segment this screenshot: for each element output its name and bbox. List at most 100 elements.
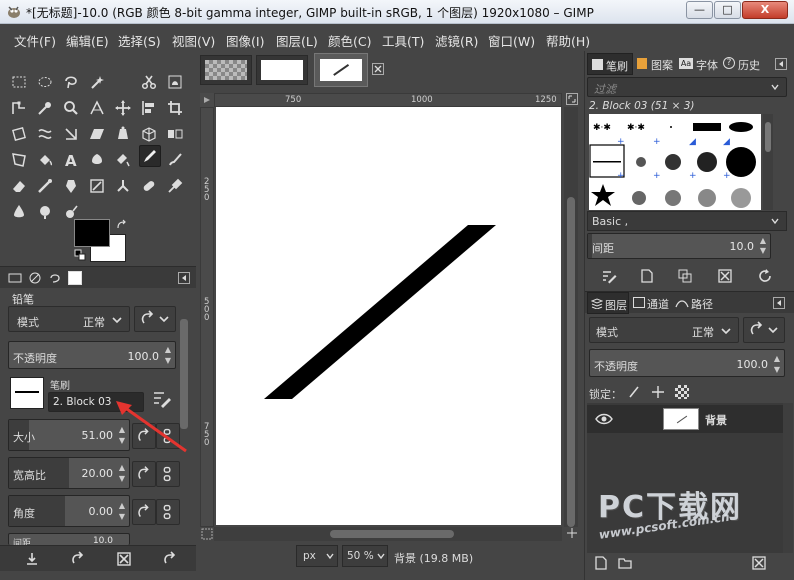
zoom-icon[interactable] bbox=[60, 97, 82, 119]
move-icon[interactable] bbox=[112, 97, 134, 119]
image-tab-3-active[interactable] bbox=[314, 53, 368, 87]
delete-options-icon[interactable] bbox=[116, 551, 132, 567]
menu-filters[interactable]: 滤镜(R) bbox=[435, 31, 478, 50]
quick-mask-icon[interactable] bbox=[200, 527, 214, 541]
brush-filter-field[interactable]: 过滤 bbox=[587, 77, 787, 97]
ellipse-select-icon[interactable] bbox=[34, 71, 56, 93]
tab-history[interactable]: ? 历史 bbox=[723, 53, 767, 75]
paths-icon[interactable] bbox=[8, 97, 30, 119]
opacity-spinner[interactable]: ▲ ▼ bbox=[163, 344, 173, 366]
menu-tools[interactable]: 工具(T) bbox=[382, 31, 424, 50]
navigate-icon[interactable] bbox=[566, 527, 578, 539]
refresh-brushes-icon[interactable] bbox=[757, 268, 773, 284]
new-layer-group-icon[interactable] bbox=[617, 555, 633, 571]
maximize-button[interactable]: □ bbox=[714, 1, 741, 19]
lasso-icon[interactable] bbox=[60, 71, 82, 93]
blur-icon[interactable] bbox=[8, 201, 30, 223]
image-tab-2[interactable] bbox=[256, 55, 308, 85]
eraser-icon[interactable] bbox=[8, 175, 30, 197]
shear-icon[interactable] bbox=[86, 123, 108, 145]
link-angle-button[interactable] bbox=[156, 499, 180, 525]
reset-angle-button[interactable] bbox=[132, 499, 156, 525]
device-status-tab-icon[interactable] bbox=[28, 271, 42, 285]
reset-layer-mode-button[interactable] bbox=[743, 317, 785, 343]
smudge-icon[interactable] bbox=[112, 175, 134, 197]
menu-layer[interactable]: 图层(L) bbox=[276, 31, 318, 50]
image-canvas[interactable] bbox=[216, 107, 561, 525]
menu-help[interactable]: 帮助(H) bbox=[546, 31, 590, 50]
menu-colors[interactable]: 颜色(C) bbox=[328, 31, 371, 50]
tool-options-tab-icon[interactable] bbox=[8, 271, 22, 285]
brushes-panel-menu-icon[interactable] bbox=[775, 58, 787, 70]
lock-alpha-icon[interactable] bbox=[675, 385, 689, 399]
angle-slider[interactable]: 角度 0.00 ▲ ▼ bbox=[8, 495, 130, 527]
spacing-slider-partial[interactable]: 间距 10.0 bbox=[8, 533, 130, 545]
mode-dropdown[interactable]: 模式 正常 bbox=[8, 306, 130, 332]
measure-icon[interactable] bbox=[86, 97, 108, 119]
swap-colors-icon[interactable] bbox=[116, 219, 128, 231]
scissors-icon[interactable] bbox=[138, 71, 160, 93]
eye-icon[interactable] bbox=[595, 411, 613, 427]
vertical-scrollbar[interactable] bbox=[564, 107, 578, 527]
ink-icon[interactable] bbox=[60, 175, 82, 197]
rotate-icon[interactable] bbox=[60, 123, 82, 145]
panel-menu-icon[interactable] bbox=[178, 272, 190, 284]
flip-icon[interactable] bbox=[164, 123, 186, 145]
unit-dropdown[interactable]: px bbox=[296, 545, 338, 567]
menu-windows[interactable]: 窗口(W) bbox=[488, 31, 535, 50]
angle-spinner[interactable]: ▲ ▼ bbox=[117, 500, 127, 522]
lock-pixels-icon[interactable] bbox=[627, 385, 641, 399]
restore-options-icon[interactable] bbox=[70, 551, 86, 567]
brush-grid-scrollbar[interactable] bbox=[763, 114, 773, 210]
reset-aspect-button[interactable] bbox=[132, 461, 156, 487]
handle-transform-icon[interactable] bbox=[8, 149, 30, 171]
layer-list-scrollbar[interactable] bbox=[783, 403, 793, 553]
images-tab-icon[interactable] bbox=[68, 271, 82, 285]
undo-history-tab-icon[interactable] bbox=[48, 271, 62, 285]
close-button[interactable]: X bbox=[742, 1, 788, 19]
perspective-icon[interactable] bbox=[138, 123, 160, 145]
dodge-burn-icon[interactable] bbox=[164, 175, 186, 197]
crop-icon[interactable] bbox=[164, 97, 186, 119]
color-picker-icon[interactable] bbox=[34, 97, 56, 119]
delete-layer-icon[interactable] bbox=[751, 555, 767, 571]
foreground-color-swatch[interactable] bbox=[74, 219, 110, 247]
new-brush-icon[interactable] bbox=[639, 268, 655, 284]
tab-brushes[interactable]: 笔刷 bbox=[587, 53, 633, 75]
layer-mode-dropdown[interactable]: 模式 正常 bbox=[589, 317, 739, 343]
save-options-icon[interactable] bbox=[24, 551, 40, 567]
brush-tag-dropdown[interactable]: Basic , bbox=[587, 211, 787, 231]
menu-file[interactable]: 文件(F) bbox=[14, 31, 56, 50]
layer-row[interactable]: 背景 bbox=[587, 405, 783, 433]
fuzzy-select-icon[interactable] bbox=[86, 71, 108, 93]
zoom-fit-icon[interactable] bbox=[566, 93, 578, 105]
menu-select[interactable]: 选择(S) bbox=[118, 31, 161, 50]
brush-grid[interactable]: ✱·✱ ✱·✱ + + ◢ ◢ + + + + bbox=[589, 114, 761, 210]
tab-patterns[interactable]: 图案 bbox=[635, 53, 677, 75]
rect-select-icon[interactable] bbox=[8, 71, 30, 93]
new-layer-icon[interactable] bbox=[593, 555, 609, 571]
menu-edit[interactable]: 编辑(E) bbox=[66, 31, 109, 50]
blend-icon[interactable] bbox=[112, 149, 134, 171]
zoom-dropdown[interactable]: 50 % bbox=[342, 545, 388, 567]
cage-transform-icon[interactable] bbox=[112, 123, 134, 145]
default-colors-icon[interactable] bbox=[74, 249, 86, 261]
link-aspect-button[interactable] bbox=[156, 461, 180, 487]
smudge-finger-icon[interactable] bbox=[34, 201, 56, 223]
clone-icon[interactable] bbox=[86, 175, 108, 197]
aspect-spinner[interactable]: ▲ ▼ bbox=[117, 462, 127, 484]
menu-view[interactable]: 视图(V) bbox=[172, 31, 215, 50]
image-tab-1[interactable] bbox=[200, 55, 252, 85]
pencil-icon[interactable] bbox=[139, 145, 161, 167]
spacing-spinner[interactable]: ▲ ▼ bbox=[758, 236, 768, 256]
duplicate-brush-icon[interactable] bbox=[677, 268, 693, 284]
tab-fonts[interactable]: Aa 字体 bbox=[679, 53, 721, 75]
align-icon[interactable] bbox=[138, 97, 160, 119]
aspect-ratio-slider[interactable]: 宽高比 20.00 ▲ ▼ bbox=[8, 457, 130, 489]
unified-transform-icon[interactable] bbox=[8, 123, 30, 145]
layers-panel-menu-icon[interactable] bbox=[773, 297, 785, 309]
warp-transform-icon[interactable] bbox=[34, 123, 56, 145]
foreground-select-icon[interactable] bbox=[164, 71, 186, 93]
text-tool-icon[interactable]: A bbox=[60, 149, 82, 171]
minimize-button[interactable]: — bbox=[686, 1, 713, 19]
